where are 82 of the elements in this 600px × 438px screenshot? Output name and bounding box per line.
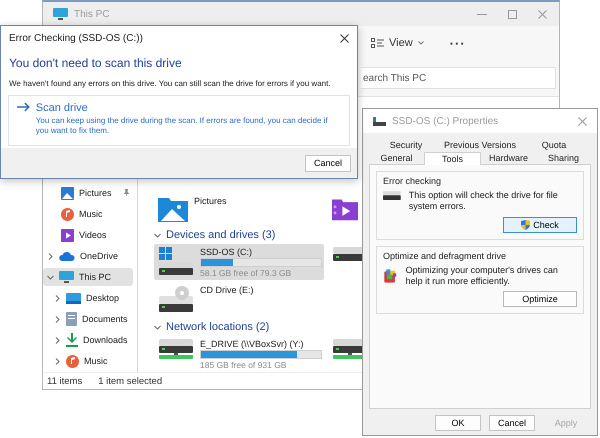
drive-icon	[383, 190, 401, 202]
group-title: Error checking	[383, 176, 442, 186]
chevron-icon[interactable]	[154, 324, 161, 330]
description-text: Optimizing your computer's drives can help it run more efficiently.	[406, 264, 559, 287]
network-drive-icon	[158, 338, 194, 359]
status-text: 11 items	[47, 376, 82, 386]
more-button[interactable]: ···	[444, 32, 472, 54]
videos-icon	[61, 228, 74, 242]
download-icon	[66, 333, 78, 347]
chevron-icon[interactable]	[54, 336, 60, 344]
drive-name: SSD-OS (C:)	[200, 247, 254, 257]
chevron-icon[interactable]	[46, 274, 54, 280]
nav-item[interactable]: Downloads	[43, 331, 133, 349]
drive-tile[interactable]: SSD-OS (C:) 58.1 GB free of 79.3 GB	[154, 244, 324, 280]
shield-icon	[521, 220, 530, 230]
monitor-icon	[59, 271, 74, 283]
group-header: Devices and drives (3)	[166, 229, 276, 241]
option-title: Scan drive	[36, 102, 89, 114]
arrow-icon	[17, 102, 31, 112]
nav-item[interactable]: Desktop	[43, 289, 133, 307]
tab[interactable]: Sharing	[536, 151, 591, 164]
dialog-message: We haven't found any errors on this drive. You can still scan the drive for errors if you want.	[8, 78, 332, 90]
window-title: Error Checking (SSD-OS (C:))	[9, 32, 143, 44]
desktop-icon	[66, 292, 81, 304]
cd-drive-icon	[158, 284, 194, 314]
music-icon	[61, 208, 74, 220]
dialog-heading: You don't need to scan this drive	[8, 55, 183, 70]
search-field[interactable]: earch This PC	[361, 67, 556, 89]
pictures-folder-icon	[158, 196, 188, 222]
group-title: Optimize and defragment drive	[383, 250, 508, 260]
maximize-icon	[508, 10, 516, 18]
list-view-icon	[371, 38, 384, 48]
close-icon[interactable]	[340, 34, 349, 42]
drive-tile[interactable]: E_DRIVE (\\VBoxSvr) (Y:) 185 GB free of 931 GB	[154, 336, 324, 372]
chevron-icon[interactable]	[46, 252, 54, 260]
document-icon	[66, 312, 77, 326]
status-text: 1 item selected	[98, 376, 162, 386]
tab[interactable]: Hardware	[481, 151, 536, 164]
music-icon	[66, 354, 79, 368]
window-title: SSD-OS (C:) Properties	[392, 116, 498, 126]
tab[interactable]: Previous Versions	[443, 139, 517, 151]
dialog-button[interactable]: OK	[435, 415, 481, 431]
caret-icon	[418, 41, 424, 45]
dialog-button[interactable]: Cancel	[489, 415, 535, 431]
nav-item[interactable]: Music	[43, 352, 133, 370]
tab[interactable]: Tools	[424, 152, 481, 165]
drive-icon	[158, 246, 194, 276]
option-description: You can keep using the drive during the scan. If errors are found, you can decide if you want to fix them.	[36, 116, 329, 137]
nav-item[interactable]: Music	[43, 205, 133, 223]
tab[interactable]: Security	[369, 139, 443, 151]
group-header: Network locations (2)	[166, 321, 270, 333]
chevron-icon[interactable]	[54, 316, 60, 322]
window-title: This PC	[74, 8, 110, 20]
drive-name: CD Drive (E:)	[200, 285, 254, 295]
scan-drive-option[interactable]: Scan drive You can keep using the drive during the scan. If errors are found, you can decide if you want to fix them.	[8, 95, 350, 146]
nav-item[interactable]: This PC	[43, 268, 133, 286]
chevron-icon[interactable]	[54, 294, 60, 302]
nav-item[interactable]: OneDrive	[43, 247, 133, 265]
nav-item[interactable]: Pictures	[43, 184, 133, 202]
chevron-icon[interactable]	[154, 232, 161, 238]
chevron-icon[interactable]	[54, 358, 60, 364]
cancel-button[interactable]: Cancel	[305, 154, 351, 172]
free-space-text: 185 GB free of 931 GB	[200, 360, 288, 370]
pictures-icon	[61, 186, 74, 200]
drive-icon	[332, 246, 362, 262]
folder-name: Pictures	[194, 196, 227, 206]
check-button[interactable]: Check	[503, 216, 577, 232]
view-button[interactable]: View	[365, 34, 430, 52]
drive-name: E_DRIVE (\\VBoxSvr) (Y:)	[200, 339, 305, 349]
nav-item[interactable]: Documents	[43, 310, 133, 328]
tab[interactable]: General	[369, 151, 424, 164]
cloud-icon	[59, 251, 75, 261]
nav-item[interactable]: Videos	[43, 226, 133, 244]
free-space-text: 58.1 GB free of 79.3 GB	[200, 268, 292, 278]
folder-tile[interactable]: Pictures	[154, 194, 324, 224]
optimize-button[interactable]: Optimize	[503, 291, 577, 307]
description-text: This option will check the drive for file system errors.	[408, 190, 559, 212]
tab[interactable]: Quota	[517, 139, 591, 151]
monitor-icon	[53, 8, 68, 20]
network-drive-icon	[332, 338, 362, 359]
drive-icon	[373, 116, 386, 126]
drive-tile[interactable]: CD Drive (E:)	[154, 282, 324, 316]
